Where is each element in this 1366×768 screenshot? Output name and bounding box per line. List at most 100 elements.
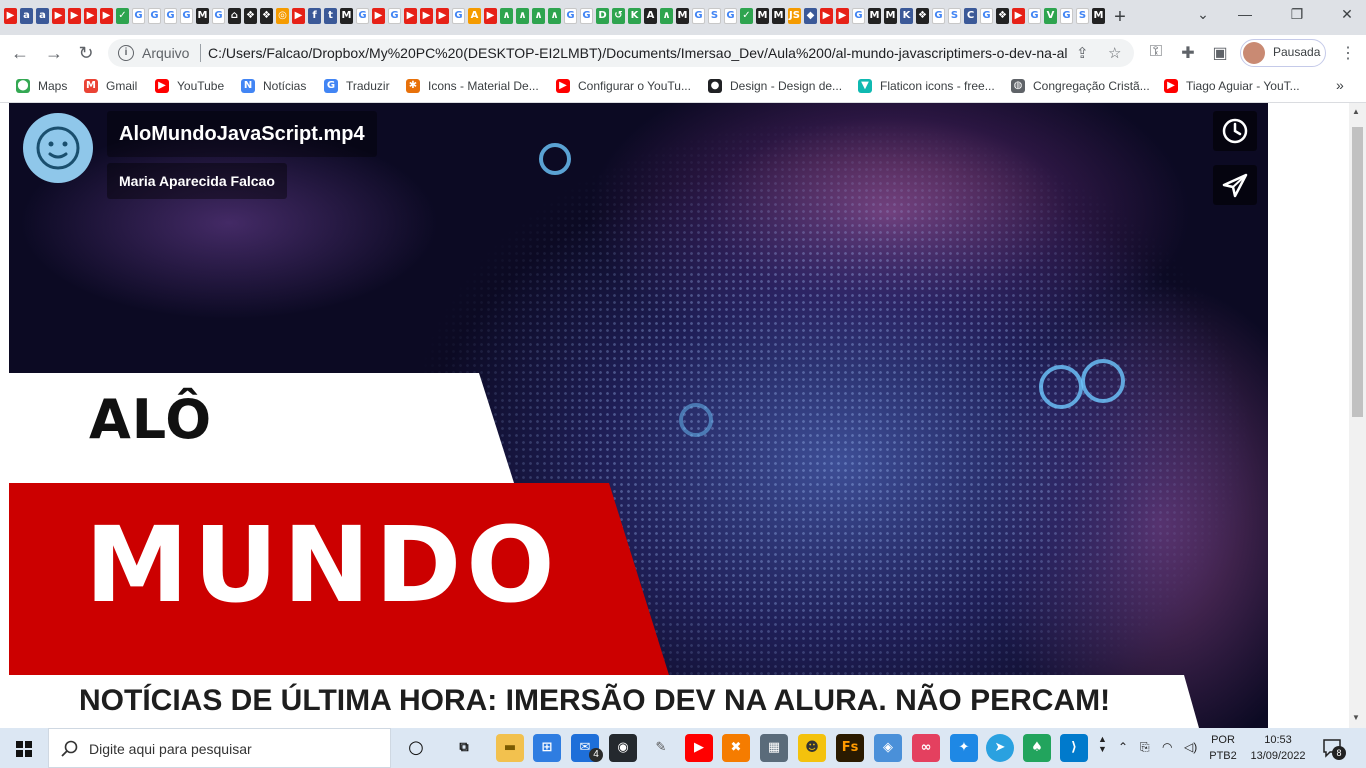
browser-tab[interactable]: M (1092, 8, 1105, 24)
browser-tab[interactable]: ▶ (52, 8, 65, 24)
browser-tab[interactable]: A (644, 8, 657, 24)
youtube-app-icon[interactable]: ▶ (685, 734, 713, 762)
info-icon[interactable]: i (118, 45, 134, 61)
bookmark-item[interactable]: M Gmail (84, 76, 137, 96)
browser-tab[interactable]: ∧ (516, 8, 529, 24)
browser-tab[interactable]: ✓ (740, 8, 753, 24)
browser-tab[interactable]: ▶ (484, 8, 497, 24)
device-icon[interactable]: ⎘ (1140, 740, 1150, 755)
browser-tab[interactable]: ▶ (68, 8, 81, 24)
creative-cloud-icon[interactable]: ∞ (912, 734, 940, 762)
bookmark-item[interactable]: ▶ YouTube (155, 76, 224, 96)
bookmark-item[interactable]: ▶ Configurar o YouTu... (556, 76, 691, 96)
bookmark-item[interactable]: G Traduzir (324, 76, 390, 96)
xampp-icon[interactable]: ✖ (722, 734, 750, 762)
bookmark-item[interactable]: ● Design - Design de... (708, 76, 842, 96)
browser-tab[interactable]: M (340, 8, 353, 24)
channel-avatar[interactable] (23, 113, 93, 183)
browser-tab[interactable]: ▶ (436, 8, 449, 24)
game-icon[interactable]: ☻ (798, 734, 826, 762)
browser-tab[interactable]: S (1076, 8, 1089, 24)
browser-tab[interactable]: ∧ (548, 8, 561, 24)
browser-tab[interactable]: ▶ (292, 8, 305, 24)
browser-tab[interactable]: ∧ (532, 8, 545, 24)
browser-tab[interactable]: ▶ (84, 8, 97, 24)
url-text[interactable]: C:/Users/Falcao/Dropbox/My%20PC%20(DESKT… (208, 45, 1068, 61)
bookmark-item[interactable]: ⬤ Maps (16, 76, 67, 96)
bookmark-item[interactable]: N Notícias (241, 76, 306, 96)
bookmark-item[interactable]: ▶ Tiago Aguiar - YouT... (1164, 76, 1300, 96)
watch-later-button[interactable] (1213, 111, 1257, 151)
github-icon[interactable]: ◉ (609, 734, 637, 762)
profile-button[interactable]: Pausada (1240, 39, 1326, 67)
side-panel-icon[interactable]: ▣ (1210, 43, 1230, 63)
key-icon[interactable]: ⚿ (1146, 43, 1166, 61)
browser-tab[interactable]: M (884, 8, 897, 24)
reload-button[interactable]: ↻ (74, 41, 98, 65)
browser-tab[interactable]: f (308, 8, 321, 24)
browser-tab[interactable]: G (212, 8, 225, 24)
wifi-icon[interactable]: ◠ (1162, 740, 1172, 754)
browser-tab[interactable]: ▶ (372, 8, 385, 24)
browser-tab[interactable]: JS (788, 8, 801, 24)
browser-tab[interactable]: M (756, 8, 769, 24)
scroll-down-icon[interactable]: ▼ (1352, 713, 1360, 722)
video-player[interactable]: AloMundoJavaScript.mp4 Maria Aparecida F… (9, 103, 1268, 728)
browser-tab[interactable]: M (196, 8, 209, 24)
browser-tab[interactable]: V (1044, 8, 1057, 24)
clock[interactable]: 10:53 13/09/2022 (1242, 732, 1314, 764)
bookmarks-overflow-icon[interactable]: » (1336, 77, 1344, 93)
network-diagram-icon[interactable]: ✦ (950, 734, 978, 762)
browser-tab[interactable]: ✓ (116, 8, 129, 24)
browser-tab[interactable]: ∧ (500, 8, 513, 24)
restore-button[interactable]: ❐ (1282, 6, 1312, 23)
browser-tab[interactable]: G (180, 8, 193, 24)
more-menu-icon[interactable]: ⋮ (1340, 43, 1356, 63)
paint-icon[interactable]: ✎ (647, 734, 675, 762)
browser-tab[interactable]: ⌂ (228, 8, 241, 24)
volume-icon[interactable]: ◁) (1184, 740, 1197, 754)
browser-tab[interactable]: G (564, 8, 577, 24)
extensions-icon[interactable]: ✚ (1178, 43, 1198, 63)
vscode-icon[interactable]: ⟩ (1060, 734, 1088, 762)
browser-tab[interactable]: ▶ (1012, 8, 1025, 24)
browser-tab[interactable]: G (724, 8, 737, 24)
browser-tab[interactable]: ❖ (244, 8, 257, 24)
telegram-icon[interactable]: ➤ (986, 734, 1014, 762)
browser-tab[interactable]: C (964, 8, 977, 24)
scroll-up-icon[interactable]: ▲ (1352, 107, 1360, 116)
notification-center-button[interactable]: 8 (1322, 738, 1346, 760)
browser-tab[interactable]: G (164, 8, 177, 24)
video-title[interactable]: AloMundoJavaScript.mp4 (119, 111, 365, 157)
scrollbar[interactable]: ▲ ▼ (1349, 103, 1366, 728)
browser-tab[interactable]: G (452, 8, 465, 24)
browser-tab[interactable]: ▶ (404, 8, 417, 24)
browser-tab[interactable]: M (772, 8, 785, 24)
calculator-icon[interactable]: ▦ (760, 734, 788, 762)
channel-name[interactable]: Maria Aparecida Falcao (119, 163, 275, 199)
browser-tab[interactable]: S (948, 8, 961, 24)
address-bar[interactable]: i Arquivo C:/Users/Falcao/Dropbox/My%20P… (108, 39, 1134, 67)
browser-tab[interactable]: G (1028, 8, 1041, 24)
browser-tab[interactable]: ▶ (100, 8, 113, 24)
taskbar-search[interactable]: Digite aqui para pesquisar (48, 728, 391, 768)
language-indicator[interactable]: POR PTB2 (1206, 732, 1240, 764)
browser-tab[interactable]: ▶ (420, 8, 433, 24)
bookmark-item[interactable]: ◍ Congregação Cristã... (1011, 76, 1150, 96)
browser-tab[interactable]: G (1060, 8, 1073, 24)
browser-tab[interactable]: G (932, 8, 945, 24)
browser-tab[interactable]: G (580, 8, 593, 24)
browser-tab[interactable]: t (324, 8, 337, 24)
bookmark-item[interactable]: ▼ Flaticon icons - free... (858, 76, 995, 96)
browser-tab[interactable]: G (692, 8, 705, 24)
browser-tab[interactable]: ❖ (260, 8, 273, 24)
browser-tab[interactable]: ◎ (276, 8, 289, 24)
browser-tab[interactable]: ∧ (660, 8, 673, 24)
browser-tab[interactable]: G (132, 8, 145, 24)
flash-icon[interactable]: Fs (836, 734, 864, 762)
browser-tab[interactable]: K (900, 8, 913, 24)
back-button[interactable]: ← (8, 41, 32, 65)
close-window-button[interactable]: ✕ (1332, 6, 1362, 23)
browser-tab[interactable]: G (148, 8, 161, 24)
browser-tab[interactable]: K (628, 8, 641, 24)
